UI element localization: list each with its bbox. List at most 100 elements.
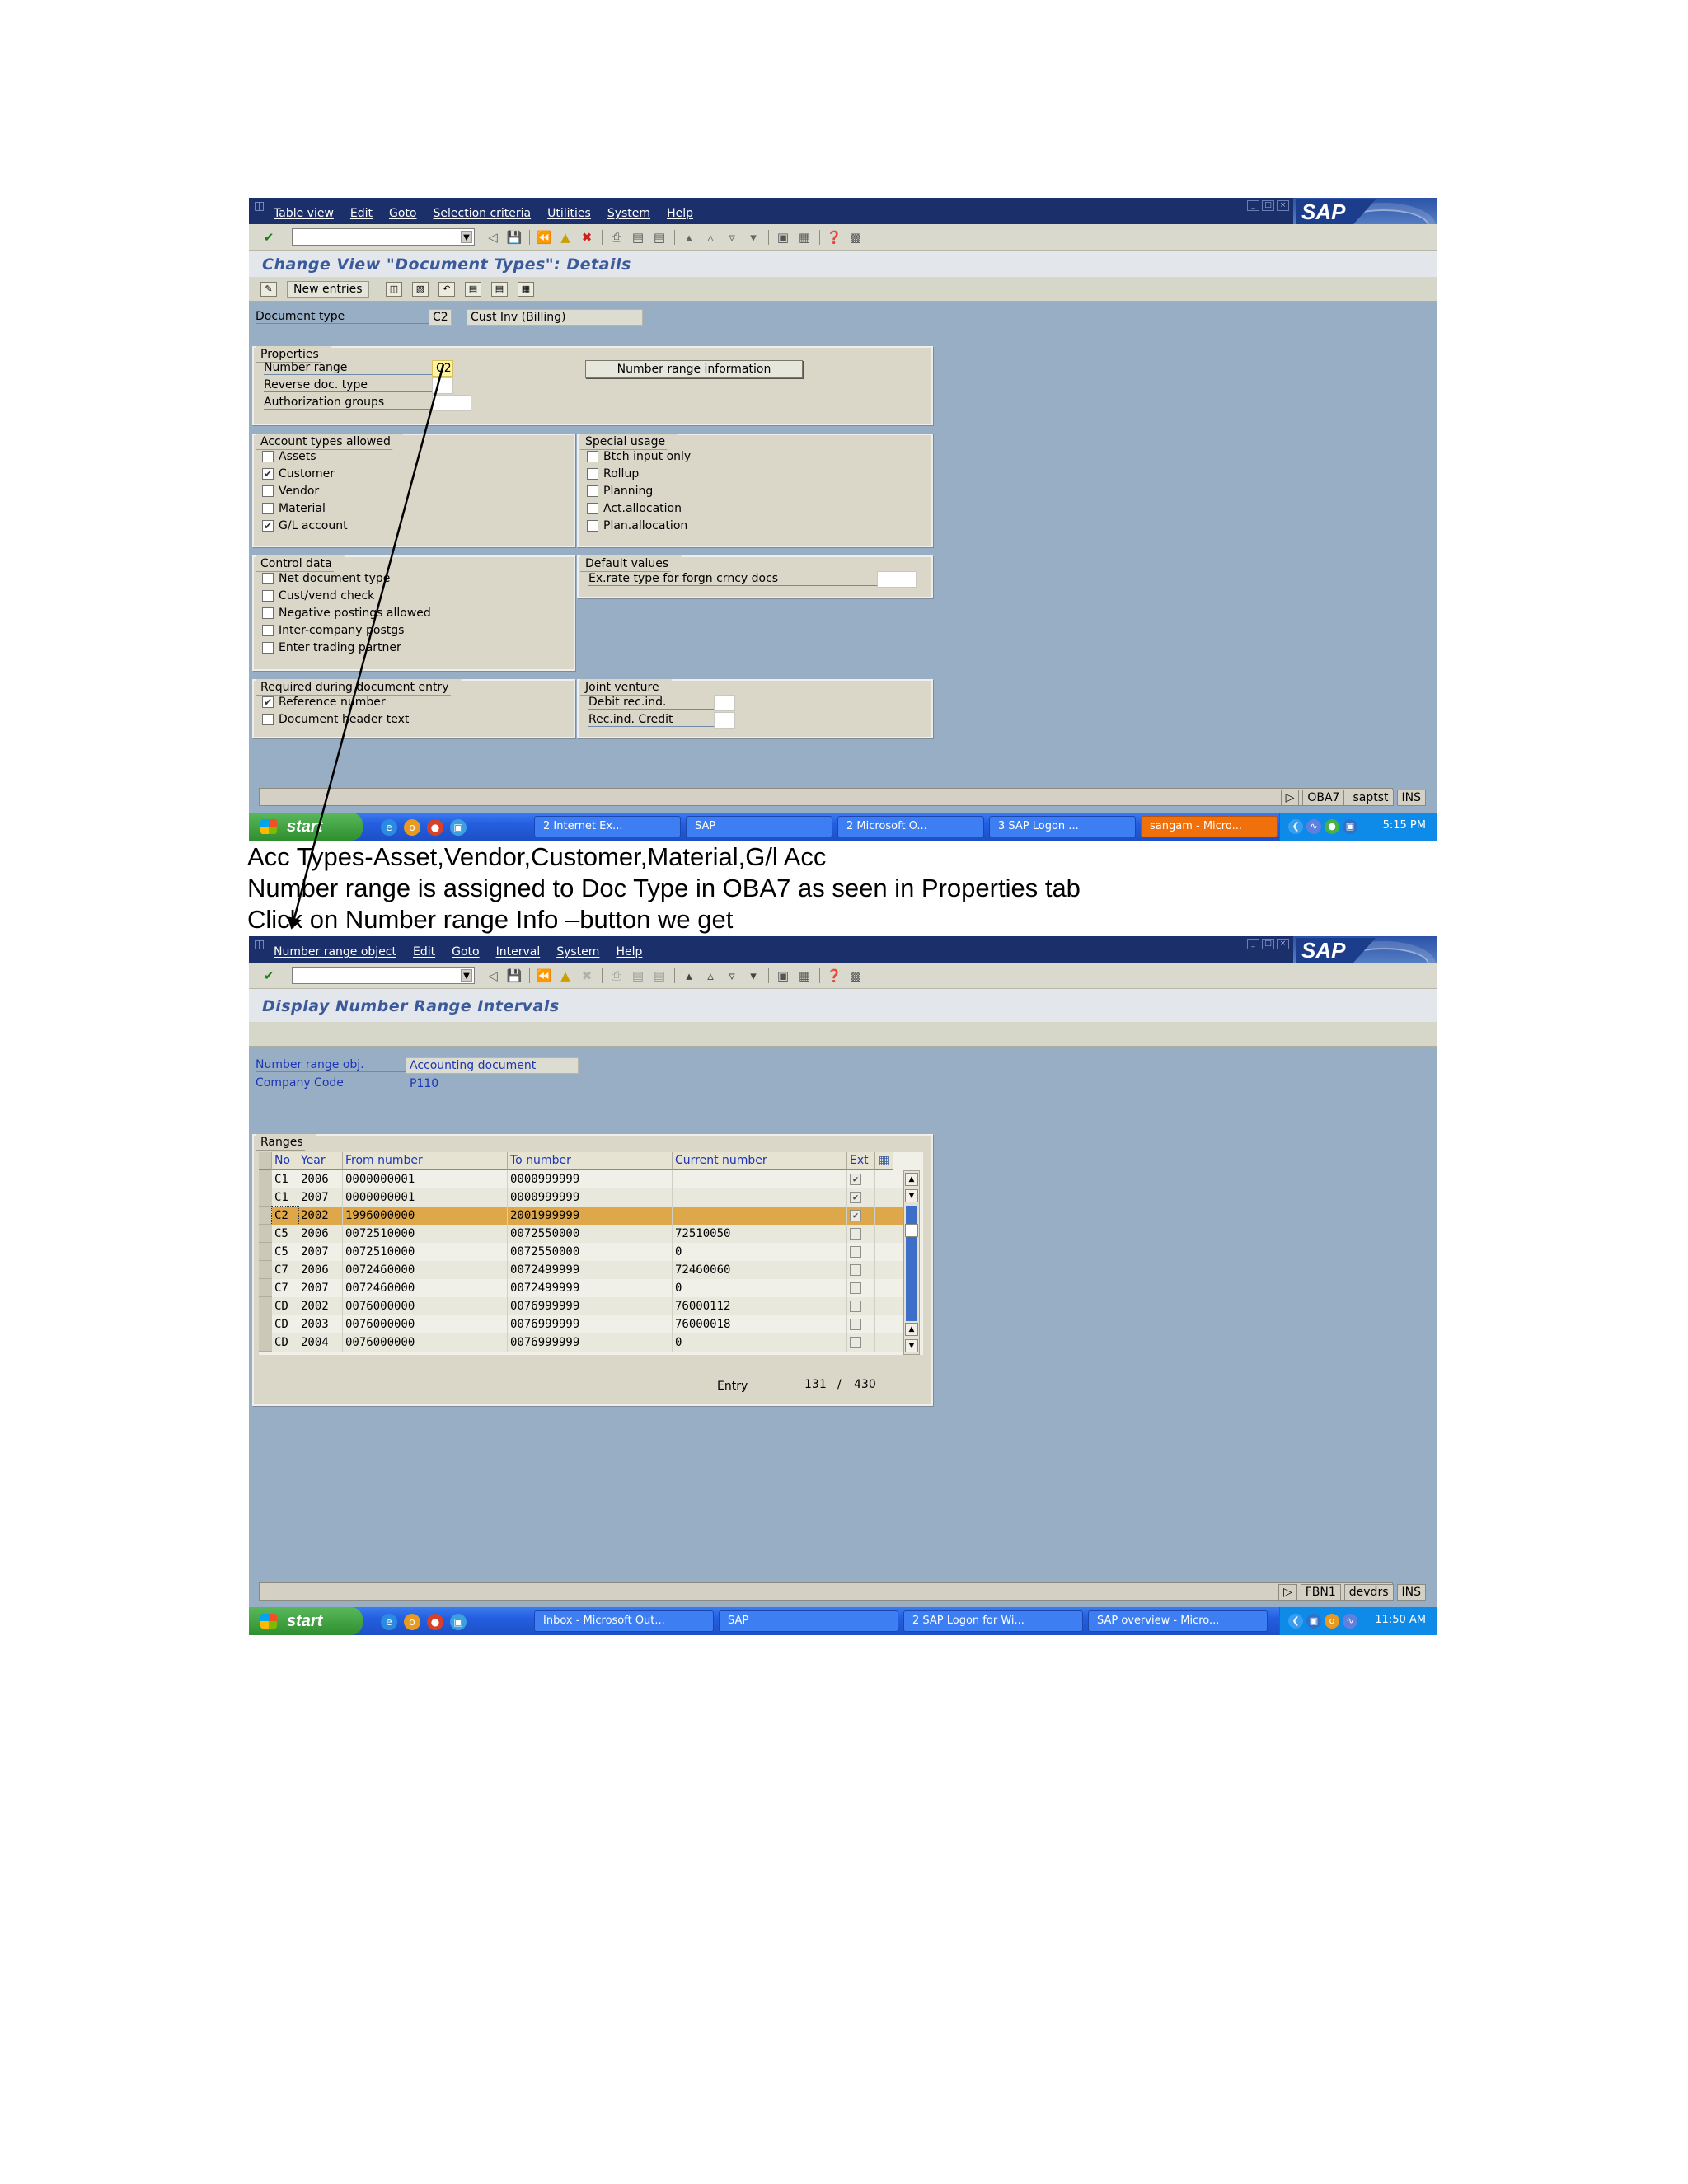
shortcut-icon[interactable]: ▦: [796, 968, 813, 984]
ext-checkbox[interactable]: [850, 1337, 861, 1348]
cell-to-number: 0072499999: [508, 1279, 673, 1297]
tray-network-icon[interactable]: ∿: [1343, 1614, 1357, 1629]
last-page-icon[interactable]: ▾: [745, 968, 762, 984]
ie-icon[interactable]: e: [381, 1614, 397, 1630]
close-icon[interactable]: ×: [1277, 939, 1289, 949]
table-vertical-scrollbar[interactable]: ▲ ▼ ▲ ▼: [903, 1170, 920, 1355]
ext-checkbox[interactable]: [850, 1282, 861, 1294]
enter-icon[interactable]: ✔: [260, 968, 277, 984]
table-row[interactable]: C2 2002 1996000000 2001999999 ✔: [271, 1206, 903, 1226]
table-row[interactable]: C5 2007 0072510000 0072550000 0: [272, 1243, 903, 1261]
cancel-icon[interactable]: ✖: [579, 968, 595, 984]
ext-checkbox[interactable]: [850, 1319, 861, 1330]
media-icon[interactable]: ●: [427, 1614, 443, 1630]
maximize-icon[interactable]: □: [1262, 939, 1274, 949]
row-selector[interactable]: [259, 1279, 272, 1297]
taskbar-item-sap-overview[interactable]: SAP overview - Micro...: [1088, 1610, 1268, 1632]
row-selector[interactable]: [259, 1315, 272, 1333]
row-selector[interactable]: [259, 1225, 272, 1243]
col-from-number[interactable]: From number: [343, 1152, 508, 1170]
scroll-bottom-icon[interactable]: ▼: [905, 1339, 918, 1352]
col-year[interactable]: Year: [298, 1152, 343, 1170]
scroll-down-icon[interactable]: ▲: [905, 1323, 918, 1336]
create-session-icon[interactable]: ▣: [775, 968, 791, 984]
select-all-rows[interactable]: [259, 1152, 272, 1170]
menu-help[interactable]: Help: [616, 945, 642, 958]
scroll-track[interactable]: [906, 1206, 917, 1321]
row-selector[interactable]: [259, 1243, 272, 1261]
help-icon[interactable]: ❓: [826, 968, 842, 984]
tray-outlook-icon[interactable]: o: [1325, 1614, 1339, 1629]
ext-checkbox[interactable]: ✔: [850, 1192, 861, 1203]
col-ext[interactable]: Ext: [847, 1152, 875, 1170]
taskbar-item-sap[interactable]: SAP: [719, 1610, 898, 1632]
find-icon[interactable]: ▤: [630, 968, 646, 984]
desktop-icon[interactable]: ▣: [450, 1614, 467, 1630]
table-row[interactable]: CD 2002 0076000000 0076999999 76000112: [272, 1297, 903, 1315]
menu-number-range-object[interactable]: Number range object: [274, 945, 396, 958]
table-row[interactable]: CD 2003 0076000000 0076999999 76000018: [272, 1315, 903, 1333]
cell-no: C1: [272, 1170, 298, 1188]
table-row[interactable]: C7 2006 0072460000 0072499999 72460060: [272, 1261, 903, 1279]
scroll-up-icon[interactable]: ▼: [905, 1189, 918, 1202]
table-row[interactable]: C1 2006 0000000001 0000999999 ✔: [272, 1170, 903, 1188]
ext-checkbox[interactable]: ✔: [850, 1174, 861, 1185]
table-header: No Year From number To number Current nu…: [259, 1152, 893, 1170]
row-selector[interactable]: [259, 1297, 272, 1315]
tray-back-icon[interactable]: ❮: [1288, 1614, 1303, 1629]
taskbar-item-inbox-outlook[interactable]: Inbox - Microsoft Out...: [534, 1610, 714, 1632]
minimize-icon[interactable]: _: [1247, 939, 1259, 949]
cell-from-number: 0076000000: [343, 1333, 508, 1352]
col-to-number[interactable]: To number: [508, 1152, 673, 1170]
cell-ext: [847, 1315, 875, 1333]
menu-system[interactable]: System: [556, 945, 599, 958]
col-no[interactable]: No: [272, 1152, 298, 1170]
scroll-top-icon[interactable]: ▲: [905, 1173, 918, 1186]
outlook-icon[interactable]: o: [404, 1614, 420, 1630]
status-triangle-icon[interactable]: ▷: [1278, 1584, 1297, 1601]
tray-monitor-icon[interactable]: ▣: [1306, 1614, 1321, 1629]
menu-goto[interactable]: Goto: [452, 945, 479, 958]
row-selector[interactable]: [259, 1188, 272, 1207]
status-system: devdrs: [1343, 1584, 1394, 1601]
taskbar-item-sap-logon[interactable]: 2 SAP Logon for Wi...: [903, 1610, 1083, 1632]
back-arrow-icon[interactable]: ◁: [485, 968, 501, 984]
status-message-field: [259, 1582, 1393, 1601]
find-next-icon[interactable]: ▤: [651, 968, 668, 984]
cell-current-number: [673, 1207, 847, 1225]
back-icon[interactable]: ⏪: [536, 968, 552, 984]
menu-edit[interactable]: Edit: [413, 945, 435, 958]
menu-interval[interactable]: Interval: [496, 945, 541, 958]
layout-icon[interactable]: ▩: [847, 968, 864, 984]
row-selector[interactable]: [259, 1170, 272, 1188]
scroll-thumb[interactable]: [905, 1224, 918, 1237]
exit-icon[interactable]: ▲: [557, 968, 574, 984]
row-selector[interactable]: [259, 1261, 272, 1279]
save-icon[interactable]: 💾: [506, 968, 523, 984]
row-selector[interactable]: [259, 1207, 272, 1225]
table-row[interactable]: C5 2006 0072510000 0072550000 72510050: [272, 1225, 903, 1243]
table-row[interactable]: CD 2004 0076000000 0076999999 0: [272, 1333, 903, 1352]
ext-checkbox[interactable]: [850, 1246, 861, 1258]
command-field[interactable]: ▼: [292, 967, 475, 984]
ext-checkbox[interactable]: [850, 1301, 861, 1312]
cell-year: 2002: [298, 1207, 343, 1225]
print-icon[interactable]: ⎙: [608, 968, 625, 984]
ext-checkbox[interactable]: [850, 1228, 861, 1240]
table-row[interactable]: C7 2007 0072460000 0072499999 0: [272, 1279, 903, 1297]
command-dropdown-icon[interactable]: ▼: [461, 969, 472, 982]
previous-page-icon[interactable]: ▵: [702, 968, 719, 984]
start-button[interactable]: start: [249, 1607, 363, 1635]
ranges-table: No Year From number To number Current nu…: [259, 1152, 923, 1355]
column-settings-icon[interactable]: ▦: [875, 1152, 893, 1170]
ext-checkbox[interactable]: ✔: [850, 1210, 861, 1221]
table-row[interactable]: C1 2007 0000000001 0000999999 ✔: [272, 1188, 903, 1207]
col-current-number[interactable]: Current number: [673, 1152, 847, 1170]
ext-checkbox[interactable]: [850, 1264, 861, 1276]
next-page-icon[interactable]: ▿: [724, 968, 740, 984]
window-menu-icon[interactable]: ◫: [254, 938, 265, 951]
cell-year: 2004: [298, 1333, 343, 1352]
first-page-icon[interactable]: ▴: [681, 968, 697, 984]
cell-current-number: 72510050: [673, 1225, 847, 1243]
row-selector[interactable]: [259, 1333, 272, 1352]
